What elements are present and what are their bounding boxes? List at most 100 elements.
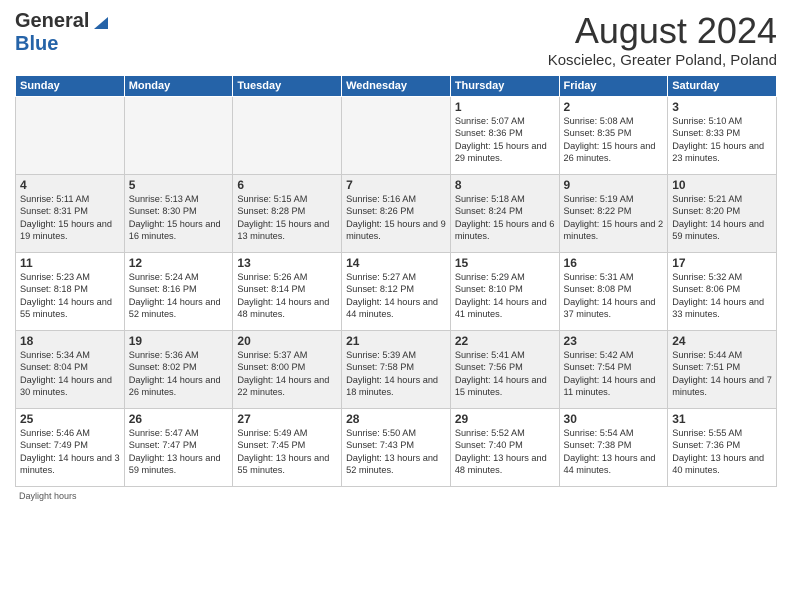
title-area: August 2024 Koscielec, Greater Poland, P…: [548, 10, 777, 69]
day-info: Sunrise: 5:10 AMSunset: 8:33 PMDaylight:…: [672, 115, 772, 165]
day-number: 26: [129, 412, 229, 426]
day-number: 11: [20, 256, 120, 270]
header-wednesday: Wednesday: [342, 76, 451, 97]
day-number: 14: [346, 256, 446, 270]
day-info: Sunrise: 5:50 AMSunset: 7:43 PMDaylight:…: [346, 427, 446, 477]
day-number: 1: [455, 100, 555, 114]
calendar-cell: 26Sunrise: 5:47 AMSunset: 7:47 PMDayligh…: [124, 409, 233, 487]
calendar-cell: 19Sunrise: 5:36 AMSunset: 8:02 PMDayligh…: [124, 331, 233, 409]
calendar-cell: 28Sunrise: 5:50 AMSunset: 7:43 PMDayligh…: [342, 409, 451, 487]
day-info: Sunrise: 5:18 AMSunset: 8:24 PMDaylight:…: [455, 193, 555, 243]
day-info: Sunrise: 5:39 AMSunset: 7:58 PMDaylight:…: [346, 349, 446, 399]
page-container: General Blue August 2024 Koscielec, Grea…: [0, 0, 792, 506]
header-saturday: Saturday: [668, 76, 777, 97]
day-number: 31: [672, 412, 772, 426]
day-info: Sunrise: 5:46 AMSunset: 7:49 PMDaylight:…: [20, 427, 120, 477]
calendar-cell: 7Sunrise: 5:16 AMSunset: 8:26 PMDaylight…: [342, 175, 451, 253]
day-number: 3: [672, 100, 772, 114]
day-number: 8: [455, 178, 555, 192]
day-number: 20: [237, 334, 337, 348]
calendar-cell: 29Sunrise: 5:52 AMSunset: 7:40 PMDayligh…: [450, 409, 559, 487]
day-number: 30: [564, 412, 664, 426]
calendar-week-row: 1Sunrise: 5:07 AMSunset: 8:36 PMDaylight…: [16, 97, 777, 175]
header-monday: Monday: [124, 76, 233, 97]
calendar-cell: 2Sunrise: 5:08 AMSunset: 8:35 PMDaylight…: [559, 97, 668, 175]
logo-general: General: [15, 10, 89, 33]
calendar-cell: [124, 97, 233, 175]
day-info: Sunrise: 5:23 AMSunset: 8:18 PMDaylight:…: [20, 271, 120, 321]
calendar-cell: 9Sunrise: 5:19 AMSunset: 8:22 PMDaylight…: [559, 175, 668, 253]
calendar-cell: 31Sunrise: 5:55 AMSunset: 7:36 PMDayligh…: [668, 409, 777, 487]
day-number: 12: [129, 256, 229, 270]
calendar-cell: 3Sunrise: 5:10 AMSunset: 8:33 PMDaylight…: [668, 97, 777, 175]
calendar-cell: 23Sunrise: 5:42 AMSunset: 7:54 PMDayligh…: [559, 331, 668, 409]
day-number: 9: [564, 178, 664, 192]
logo-blue: Blue: [15, 33, 58, 55]
day-number: 25: [20, 412, 120, 426]
day-number: 5: [129, 178, 229, 192]
day-info: Sunrise: 5:13 AMSunset: 8:30 PMDaylight:…: [129, 193, 229, 243]
day-number: 23: [564, 334, 664, 348]
calendar-cell: 20Sunrise: 5:37 AMSunset: 8:00 PMDayligh…: [233, 331, 342, 409]
day-info: Sunrise: 5:55 AMSunset: 7:36 PMDaylight:…: [672, 427, 772, 477]
day-number: 7: [346, 178, 446, 192]
day-info: Sunrise: 5:49 AMSunset: 7:45 PMDaylight:…: [237, 427, 337, 477]
day-info: Sunrise: 5:52 AMSunset: 7:40 PMDaylight:…: [455, 427, 555, 477]
header: General Blue August 2024 Koscielec, Grea…: [15, 10, 777, 69]
day-info: Sunrise: 5:47 AMSunset: 7:47 PMDaylight:…: [129, 427, 229, 477]
logo: General Blue: [15, 10, 108, 56]
calendar-cell: [342, 97, 451, 175]
day-number: 24: [672, 334, 772, 348]
day-info: Sunrise: 5:16 AMSunset: 8:26 PMDaylight:…: [346, 193, 446, 243]
calendar-week-row: 25Sunrise: 5:46 AMSunset: 7:49 PMDayligh…: [16, 409, 777, 487]
day-number: 21: [346, 334, 446, 348]
calendar-cell: 11Sunrise: 5:23 AMSunset: 8:18 PMDayligh…: [16, 253, 125, 331]
day-info: Sunrise: 5:36 AMSunset: 8:02 PMDaylight:…: [129, 349, 229, 399]
calendar-cell: 17Sunrise: 5:32 AMSunset: 8:06 PMDayligh…: [668, 253, 777, 331]
calendar-table: Sunday Monday Tuesday Wednesday Thursday…: [15, 75, 777, 487]
calendar-cell: [16, 97, 125, 175]
day-info: Sunrise: 5:24 AMSunset: 8:16 PMDaylight:…: [129, 271, 229, 321]
calendar-cell: 15Sunrise: 5:29 AMSunset: 8:10 PMDayligh…: [450, 253, 559, 331]
calendar-week-row: 18Sunrise: 5:34 AMSunset: 8:04 PMDayligh…: [16, 331, 777, 409]
day-number: 6: [237, 178, 337, 192]
calendar-cell: 21Sunrise: 5:39 AMSunset: 7:58 PMDayligh…: [342, 331, 451, 409]
calendar-cell: 10Sunrise: 5:21 AMSunset: 8:20 PMDayligh…: [668, 175, 777, 253]
day-number: 17: [672, 256, 772, 270]
day-number: 10: [672, 178, 772, 192]
day-info: Sunrise: 5:31 AMSunset: 8:08 PMDaylight:…: [564, 271, 664, 321]
day-number: 16: [564, 256, 664, 270]
day-info: Sunrise: 5:37 AMSunset: 8:00 PMDaylight:…: [237, 349, 337, 399]
day-info: Sunrise: 5:19 AMSunset: 8:22 PMDaylight:…: [564, 193, 664, 243]
calendar-cell: 13Sunrise: 5:26 AMSunset: 8:14 PMDayligh…: [233, 253, 342, 331]
day-info: Sunrise: 5:11 AMSunset: 8:31 PMDaylight:…: [20, 193, 120, 243]
calendar-cell: 5Sunrise: 5:13 AMSunset: 8:30 PMDaylight…: [124, 175, 233, 253]
calendar-cell: 6Sunrise: 5:15 AMSunset: 8:28 PMDaylight…: [233, 175, 342, 253]
calendar-cell: 16Sunrise: 5:31 AMSunset: 8:08 PMDayligh…: [559, 253, 668, 331]
day-number: 18: [20, 334, 120, 348]
day-info: Sunrise: 5:44 AMSunset: 7:51 PMDaylight:…: [672, 349, 772, 399]
day-info: Sunrise: 5:32 AMSunset: 8:06 PMDaylight:…: [672, 271, 772, 321]
day-info: Sunrise: 5:29 AMSunset: 8:10 PMDaylight:…: [455, 271, 555, 321]
calendar-week-row: 4Sunrise: 5:11 AMSunset: 8:31 PMDaylight…: [16, 175, 777, 253]
day-number: 29: [455, 412, 555, 426]
calendar-cell: 4Sunrise: 5:11 AMSunset: 8:31 PMDaylight…: [16, 175, 125, 253]
day-info: Sunrise: 5:26 AMSunset: 8:14 PMDaylight:…: [237, 271, 337, 321]
month-year-title: August 2024: [548, 10, 777, 52]
day-info: Sunrise: 5:15 AMSunset: 8:28 PMDaylight:…: [237, 193, 337, 243]
calendar-cell: 27Sunrise: 5:49 AMSunset: 7:45 PMDayligh…: [233, 409, 342, 487]
calendar-cell: 30Sunrise: 5:54 AMSunset: 7:38 PMDayligh…: [559, 409, 668, 487]
calendar-cell: 22Sunrise: 5:41 AMSunset: 7:56 PMDayligh…: [450, 331, 559, 409]
day-header-row: Sunday Monday Tuesday Wednesday Thursday…: [16, 76, 777, 97]
header-thursday: Thursday: [450, 76, 559, 97]
calendar-cell: 25Sunrise: 5:46 AMSunset: 7:49 PMDayligh…: [16, 409, 125, 487]
day-number: 4: [20, 178, 120, 192]
day-number: 27: [237, 412, 337, 426]
day-info: Sunrise: 5:08 AMSunset: 8:35 PMDaylight:…: [564, 115, 664, 165]
header-sunday: Sunday: [16, 76, 125, 97]
header-tuesday: Tuesday: [233, 76, 342, 97]
calendar-cell: 14Sunrise: 5:27 AMSunset: 8:12 PMDayligh…: [342, 253, 451, 331]
calendar-cell: 24Sunrise: 5:44 AMSunset: 7:51 PMDayligh…: [668, 331, 777, 409]
header-friday: Friday: [559, 76, 668, 97]
day-number: 15: [455, 256, 555, 270]
